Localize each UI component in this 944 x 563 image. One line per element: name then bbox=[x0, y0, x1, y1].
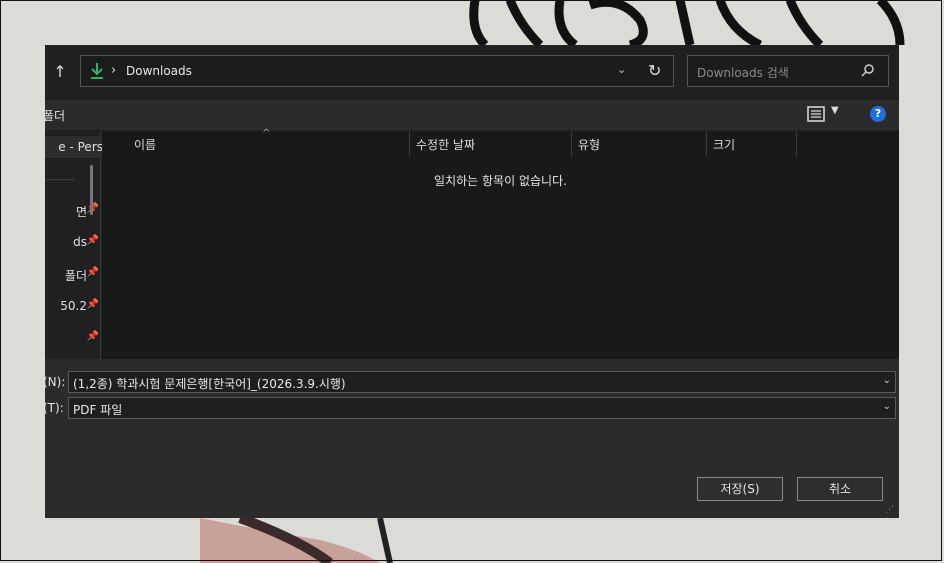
pin-icon: 📌 bbox=[86, 267, 99, 278]
column-divider[interactable] bbox=[706, 131, 707, 156]
pin-icon: 📌 bbox=[86, 299, 99, 310]
column-type[interactable]: 유형 bbox=[578, 136, 600, 153]
nav-item-downloads[interactable]: ds 📌 bbox=[45, 231, 103, 253]
filename-value[interactable]: (1,2종) 학과시험 문제은행[한국어]_(2026.3.9.시행) bbox=[73, 375, 346, 392]
address-bar[interactable]: › Downloads ⌄ ↻ bbox=[80, 55, 674, 87]
refresh-icon[interactable]: ↻ bbox=[648, 61, 661, 80]
nav-scrollbar[interactable] bbox=[90, 165, 93, 215]
filetype-select[interactable]: PDF 파일 ⌄ bbox=[68, 397, 896, 419]
up-arrow-button[interactable]: ↑ bbox=[51, 62, 69, 82]
search-placeholder[interactable]: Downloads 검색 bbox=[697, 64, 789, 81]
empty-message: 일치하는 항목이 없습니다. bbox=[434, 174, 567, 188]
command-toolbar: 폴더 ▼ ? bbox=[45, 100, 899, 130]
filetype-value[interactable]: PDF 파일 bbox=[73, 401, 122, 418]
pin-icon: 📌 bbox=[86, 235, 99, 246]
navigation-pane: e - Pers 면 📌 ds 📌 폴더 📌 50.2 📌 📌 bbox=[45, 131, 103, 359]
save-button[interactable]: 저장(S) bbox=[697, 477, 783, 501]
nav-item-desktop[interactable]: 면 📌 bbox=[45, 199, 103, 221]
view-dropdown-icon[interactable]: ▼ bbox=[831, 105, 839, 116]
download-icon bbox=[89, 62, 105, 83]
filename-field[interactable]: (1,2종) 학과시험 문제은행[한국어]_(2026.3.9.시행) ⌄ bbox=[68, 371, 896, 393]
nav-item-recent[interactable]: 50.2 📌 bbox=[45, 295, 103, 317]
column-divider[interactable] bbox=[796, 131, 797, 156]
column-header-row: 이름 수정한 날짜 유형 크기 bbox=[102, 131, 899, 156]
column-divider[interactable] bbox=[409, 131, 410, 156]
view-options-icon[interactable] bbox=[807, 106, 825, 125]
new-folder-button[interactable]: 폴더 bbox=[45, 107, 65, 124]
filetype-label: (T): bbox=[45, 401, 64, 415]
file-list: ^ 이름 수정한 날짜 유형 크기 일치하는 항목이 없습니다. bbox=[102, 128, 899, 359]
chevron-down-icon[interactable]: ⌄ bbox=[883, 375, 891, 386]
filename-label: (N): bbox=[45, 375, 66, 389]
column-divider[interactable] bbox=[571, 131, 572, 156]
nav-item-pinned[interactable]: 📌 bbox=[45, 327, 103, 349]
resize-grip-icon[interactable]: ⋰ bbox=[885, 505, 894, 515]
chevron-down-icon[interactable]: ⌄ bbox=[617, 63, 626, 76]
breadcrumb-chevron-icon: › bbox=[111, 63, 117, 78]
save-options-pane: (N): (1,2종) 학과시험 문제은행[한국어]_(2026.3.9.시행)… bbox=[45, 359, 899, 518]
search-box[interactable]: Downloads 검색 bbox=[687, 55, 889, 87]
chevron-down-icon[interactable]: ⌄ bbox=[883, 401, 891, 412]
column-size[interactable]: 크기 bbox=[713, 136, 735, 153]
pin-icon: 📌 bbox=[86, 331, 99, 342]
cancel-button[interactable]: 취소 bbox=[797, 477, 883, 501]
save-dialog: ↑ › Downloads ⌄ ↻ Downloads 검색 폴더 ▼ ? e … bbox=[45, 45, 899, 518]
address-path[interactable]: Downloads bbox=[126, 64, 192, 78]
nav-divider bbox=[45, 179, 75, 180]
search-icon[interactable] bbox=[861, 63, 875, 80]
nav-item-onedrive[interactable]: e - Pers bbox=[45, 136, 103, 158]
column-modified[interactable]: 수정한 날짜 bbox=[416, 136, 475, 153]
column-name[interactable]: 이름 bbox=[134, 136, 156, 153]
help-icon[interactable]: ? bbox=[870, 106, 886, 122]
nav-item-folder[interactable]: 폴더 📌 bbox=[45, 263, 103, 285]
